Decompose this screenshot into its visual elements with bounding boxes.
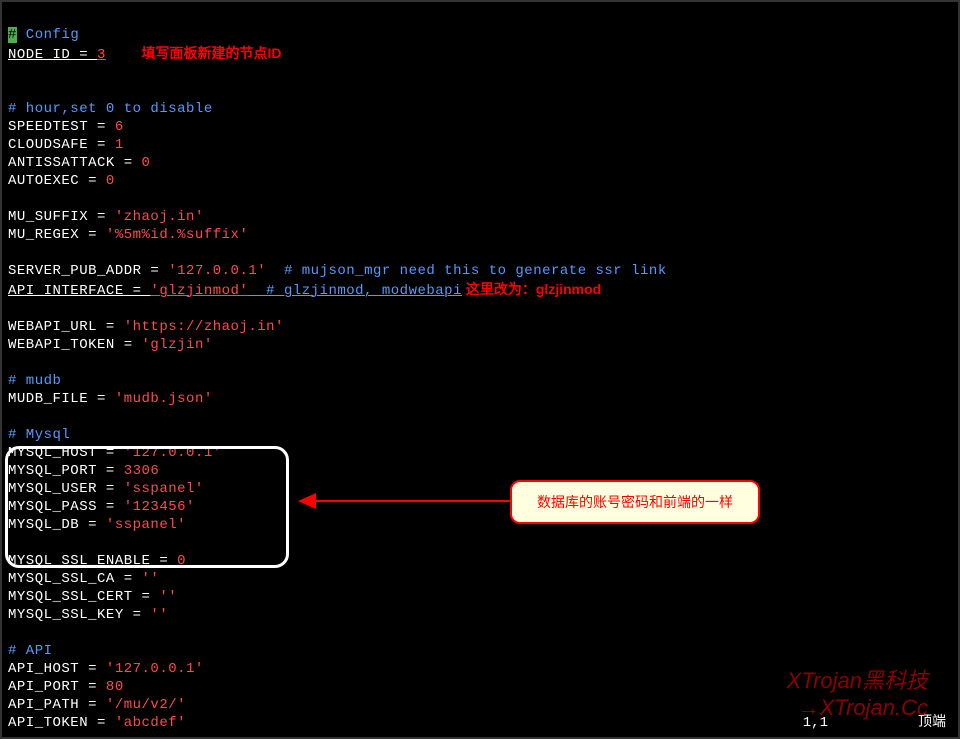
mysqlhost-key: MYSQL_HOST = xyxy=(8,445,124,461)
mysqlsslkey-key: MYSQL_SSL_KEY = xyxy=(8,607,150,623)
webapiurl-value: 'https://zhaoj.in' xyxy=(124,319,284,335)
speedtest-key: SPEEDTEST = xyxy=(8,119,115,135)
serverpub-comment: # mujson_mgr need this to generate ssr l… xyxy=(266,263,667,279)
mysqlpass-key: MYSQL_PASS = xyxy=(8,499,124,515)
mysqlpass-value: '123456' xyxy=(124,499,195,515)
mysqlsslen-key: MYSQL_SSL_ENABLE = xyxy=(8,553,177,569)
annotation-api-interface: 这里改为：glzjinmod xyxy=(462,281,601,297)
autoexec-value: 0 xyxy=(106,173,115,189)
musuffix-key: MU_SUFFIX = xyxy=(8,209,115,225)
config-comment: Config xyxy=(17,27,79,43)
serverpub-key: SERVER_PUB_ADDR = xyxy=(8,263,168,279)
apipath-key: API_PATH = xyxy=(8,697,106,713)
autoexec-key: AUTOEXEC = xyxy=(8,173,106,189)
mysqlsslca-value: '' xyxy=(142,571,160,587)
cursor-block: # xyxy=(8,27,17,43)
mysqlhost-value: '127.0.0.1' xyxy=(124,445,222,461)
musuffix-value: 'zhaoj.in' xyxy=(115,209,204,225)
webapitoken-value: 'glzjin' xyxy=(142,337,213,353)
mudbfile-key: MUDB_FILE = xyxy=(8,391,115,407)
antiss-value: 0 xyxy=(142,155,151,171)
apiint-comment: # glzjinmod, modwebapi xyxy=(248,283,462,299)
serverpub-value: '127.0.0.1' xyxy=(168,263,266,279)
apiport-value: 80 xyxy=(106,679,124,695)
mysqldb-value: 'sspanel' xyxy=(106,517,186,533)
terminal-content[interactable]: # Config NODE_ID = 3 填写面板新建的节点ID # hour,… xyxy=(8,8,952,731)
cloudsafe-key: CLOUDSAFE = xyxy=(8,137,115,153)
apitoken-value: 'abcdef' xyxy=(115,715,186,731)
apiint-key: API_INTERFACE = xyxy=(8,283,150,299)
webapiurl-key: WEBAPI_URL = xyxy=(8,319,124,335)
apipath-value: '/mu/v2/' xyxy=(106,697,186,713)
mysqlsslcert-value: '' xyxy=(159,589,177,605)
mysqlsslca-key: MYSQL_SSL_CA = xyxy=(8,571,142,587)
apitoken-key: API_TOKEN = xyxy=(8,715,115,731)
terminal-window: # Config NODE_ID = 3 填写面板新建的节点ID # hour,… xyxy=(0,0,960,739)
node-id-value: 3 xyxy=(97,47,106,63)
mysqluser-key: MYSQL_USER = xyxy=(8,481,124,497)
muregex-value: '%5m%id.%suffix' xyxy=(106,227,248,243)
comment-api: # API xyxy=(8,643,53,659)
apiint-value: 'glzjinmod' xyxy=(150,283,248,299)
speedtest-value: 6 xyxy=(115,119,124,135)
apihost-value: '127.0.0.1' xyxy=(106,661,204,677)
cloudsafe-value: 1 xyxy=(115,137,124,153)
mysqluser-value: 'sspanel' xyxy=(124,481,204,497)
mysqldb-key: MYSQL_DB = xyxy=(8,517,106,533)
comment-hour: # hour,set 0 to disable xyxy=(8,101,213,117)
comment-mudb: # mudb xyxy=(8,373,61,389)
mysqlsslkey-value: '' xyxy=(150,607,168,623)
comment-mysql: # Mysql xyxy=(8,427,70,443)
mysqlport-key: MYSQL_PORT = xyxy=(8,463,124,479)
mudbfile-value: 'mudb.json' xyxy=(115,391,213,407)
muregex-key: MU_REGEX = xyxy=(8,227,106,243)
apihost-key: API_HOST = xyxy=(8,661,106,677)
mysqlsslcert-key: MYSQL_SSL_CERT = xyxy=(8,589,159,605)
annotation-node-id: 填写面板新建的节点ID xyxy=(142,45,282,61)
mysqlport-value: 3306 xyxy=(124,463,160,479)
node-id-key: NODE_ID = xyxy=(8,47,97,63)
webapitoken-key: WEBAPI_TOKEN = xyxy=(8,337,142,353)
status-scroll-indicator: 顶端 xyxy=(918,711,946,731)
mysqlsslen-value: 0 xyxy=(177,553,186,569)
apiport-key: API_PORT = xyxy=(8,679,106,695)
status-cursor-position: 1,1 xyxy=(803,715,828,731)
antiss-key: ANTISSATTACK = xyxy=(8,155,142,171)
